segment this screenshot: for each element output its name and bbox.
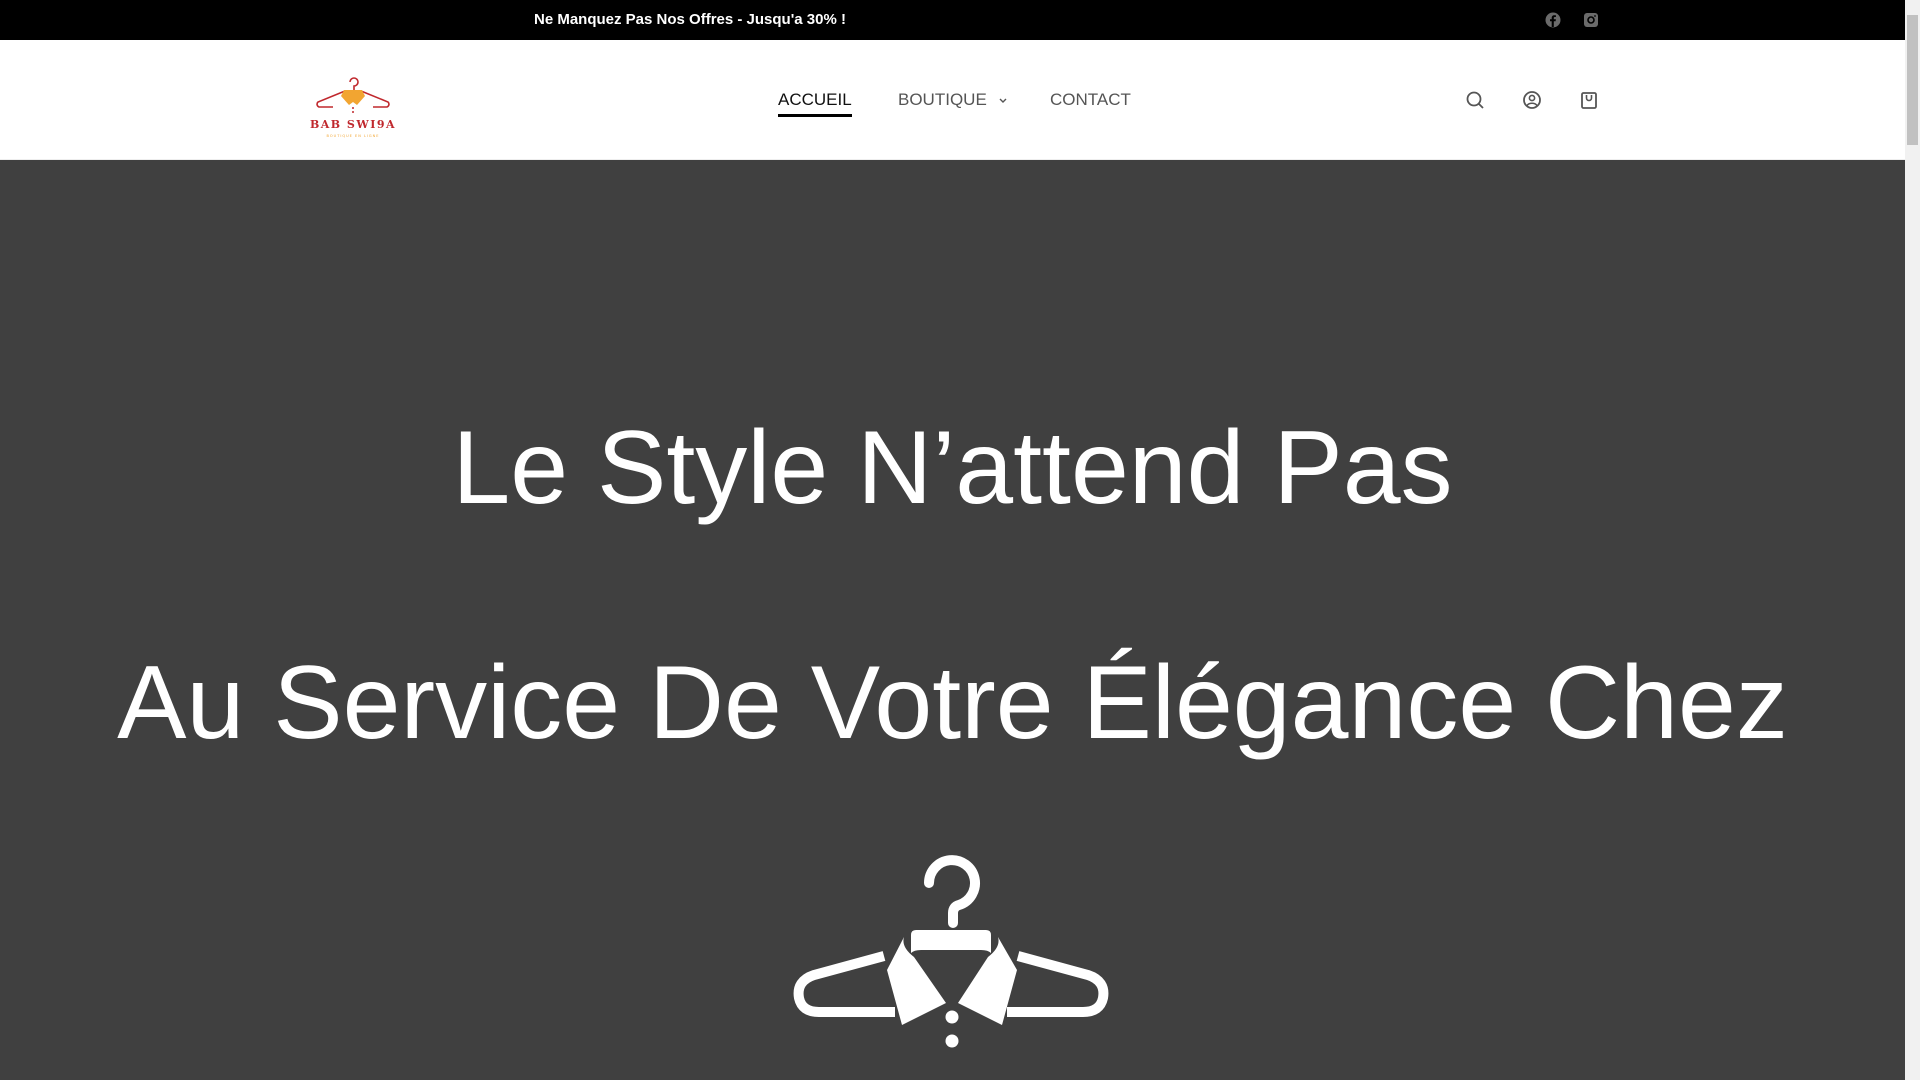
instagram-icon[interactable] xyxy=(1583,12,1599,28)
site-header: BAB SWI9A BOUTIQUE EN LIGNE ACCUEIL BOUT… xyxy=(0,40,1905,160)
hanger-icon xyxy=(793,855,1109,1048)
nav-contact[interactable]: CONTACT xyxy=(1050,90,1131,110)
announcement-bar: Ne Manquez Pas Nos Offres - Jusqu'a 30% … xyxy=(0,0,1905,40)
search-icon[interactable] xyxy=(1465,90,1485,110)
hero-headline-line1: Le Style N’attend Pas xyxy=(452,410,1453,526)
cart-icon[interactable] xyxy=(1579,90,1599,110)
scrollbar[interactable] xyxy=(1905,0,1920,1080)
nav-boutique[interactable]: BOUTIQUE xyxy=(898,90,1008,110)
nav-boutique-label: BOUTIQUE xyxy=(898,90,987,109)
svg-text:BAB SWI9A: BAB SWI9A xyxy=(310,118,396,131)
svg-text:BOUTIQUE EN LIGNE: BOUTIQUE EN LIGNE xyxy=(327,134,380,138)
promo-text: Ne Manquez Pas Nos Offres - Jusqu'a 30% … xyxy=(534,11,846,28)
scrollbar-thumb[interactable] xyxy=(1907,15,1918,145)
nav-accueil[interactable]: ACCUEIL xyxy=(778,90,852,117)
account-icon[interactable] xyxy=(1522,90,1542,110)
site-logo[interactable]: BAB SWI9A BOUTIQUE EN LIGNE xyxy=(300,68,406,140)
chevron-down-icon xyxy=(999,98,1007,103)
facebook-icon[interactable] xyxy=(1545,12,1561,28)
hero-headline-line2: Au Service De Votre Élégance Chez xyxy=(117,645,1788,761)
